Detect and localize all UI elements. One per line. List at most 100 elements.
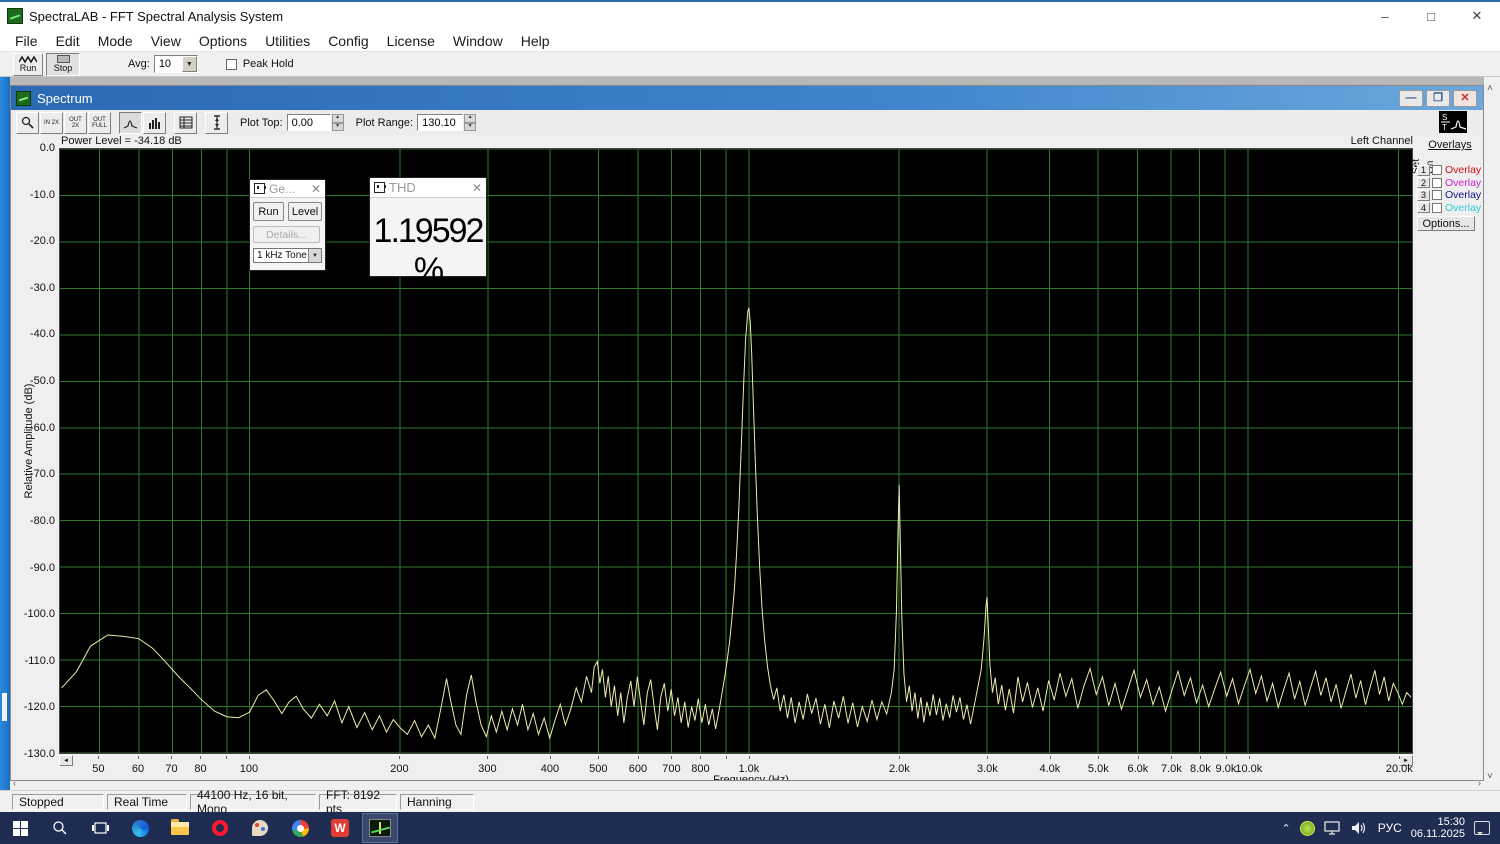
x-tick-mark [1050, 756, 1051, 759]
generator-titlebar[interactable]: Ge... ✕ [250, 180, 325, 198]
taskbar-spectralab-active[interactable] [362, 813, 398, 843]
generator-level-button[interactable]: Level [288, 202, 322, 221]
taskbar-paint3d-icon[interactable] [240, 812, 280, 844]
overlay-set-button-2[interactable]: 2 [1417, 177, 1430, 188]
screen: SpectraLAB - FFT Spectral Analysis Syste… [0, 0, 1500, 844]
taskbar-file-explorer-icon[interactable] [160, 812, 200, 844]
overlay-set-button-3[interactable]: 3 [1417, 190, 1430, 201]
overlay-on-checkbox-1[interactable] [1432, 165, 1442, 175]
zoom-out-2x-button[interactable]: OUT 2X [64, 112, 87, 134]
menu-item-file[interactable]: File [6, 32, 47, 50]
chevron-down-icon[interactable]: ▼ [182, 56, 197, 72]
plot-scroll-left-button[interactable]: ◄ [59, 755, 73, 766]
scroll-up-icon[interactable]: ˄ [1487, 83, 1493, 94]
x-tick-mark [226, 756, 227, 759]
overlay-on-checkbox-4[interactable] [1432, 203, 1442, 213]
thd-titlebar[interactable]: THD ✕ [370, 178, 486, 198]
taskbar-edge-icon[interactable] [120, 812, 160, 844]
overlay-label-1: Overlay 1 [1445, 164, 1483, 176]
close-button[interactable]: ✕ [1454, 2, 1500, 30]
menu-item-utilities[interactable]: Utilities [256, 32, 319, 50]
speaker-icon[interactable] [1351, 821, 1369, 835]
scroll-down-icon[interactable]: ˅ [1487, 771, 1493, 782]
spectrum-title: Spectrum [37, 91, 93, 106]
generator-run-button[interactable]: Run [253, 202, 284, 221]
vertical-ibeam-icon [212, 115, 222, 130]
x-tick-label: 2.0k [877, 763, 921, 775]
scroll-left-icon[interactable]: ‹ [13, 778, 16, 788]
peak-hold-checkbox[interactable] [226, 59, 237, 70]
overlay-set-button-4[interactable]: 4 [1417, 202, 1430, 213]
overlays-heading: Overlays [1417, 139, 1483, 151]
taskbar-search-button[interactable] [40, 812, 80, 844]
taskbar-wps-icon[interactable]: W [320, 812, 360, 844]
spectrum-restore-button[interactable]: ❐ [1426, 90, 1450, 107]
taskbar-opera-icon[interactable] [200, 812, 240, 844]
menu-item-options[interactable]: Options [190, 32, 256, 50]
generator-details-button[interactable]: Details... [253, 226, 320, 243]
menu-item-window[interactable]: Window [444, 32, 512, 50]
scale-adjust-button[interactable] [205, 112, 228, 134]
task-view-button[interactable] [80, 812, 120, 844]
taskbar-chrome-icon[interactable] [280, 812, 320, 844]
avg-value: 10 [159, 58, 171, 70]
maximize-button[interactable]: □ [1408, 2, 1454, 30]
generator-close-icon[interactable]: ✕ [311, 182, 321, 196]
line-plot-mode-button[interactable] [119, 112, 142, 134]
avg-label: Avg: [128, 58, 150, 70]
tray-language[interactable]: РУС [1378, 821, 1402, 835]
plot-top-spinner[interactable]: ▲▼ [332, 114, 344, 131]
tray-chevron-up-icon[interactable]: ⌃ [1282, 822, 1291, 835]
spectrum-minimize-button[interactable]: — [1399, 90, 1423, 107]
thd-close-icon[interactable]: ✕ [472, 181, 482, 195]
overlay-set-button-1[interactable]: 1 [1417, 165, 1430, 176]
x-tick-mark [749, 756, 750, 759]
spectrum-titlebar[interactable]: Spectrum — ❐ ✕ [11, 86, 1483, 110]
status-segment-4: Hanning [400, 794, 474, 810]
menu-item-mode[interactable]: Mode [89, 32, 142, 50]
scrollbar-thumb[interactable] [2, 693, 7, 721]
start-button[interactable] [0, 812, 40, 844]
tray-antivirus-icon[interactable] [1300, 821, 1315, 836]
plot-top-input[interactable]: 0.00 [287, 114, 331, 131]
bars-icon [148, 117, 162, 129]
plot-range-spinner[interactable]: ▲▼ [464, 114, 476, 131]
spectrum-thumbnail-icon: ST [1439, 111, 1467, 133]
menu-item-view[interactable]: View [142, 32, 190, 50]
minimize-button[interactable]: – [1362, 2, 1408, 30]
tray-clock[interactable]: 15:30 06.11.2025 [1411, 816, 1465, 840]
notification-center-icon[interactable] [1474, 821, 1490, 835]
network-display-icon[interactable] [1324, 821, 1342, 835]
generator-tone-value: 1 kHz Tone [257, 250, 307, 261]
overlay-on-checkbox-2[interactable] [1432, 178, 1442, 188]
overlay-on-checkbox-3[interactable] [1432, 190, 1442, 200]
plot-range-input[interactable]: 130.10 [417, 114, 463, 131]
list-icon [179, 116, 193, 129]
zoom-in-2x-button[interactable]: IN 2X [40, 112, 63, 134]
spectrum-window: Spectrum — ❐ ✕ IN 2X OUT 2X OUT FULL [10, 85, 1484, 781]
menu-item-config[interactable]: Config [319, 32, 377, 50]
data-list-button[interactable] [174, 112, 197, 134]
x-tick-mark [1200, 756, 1201, 759]
overlay-label-4: Overlay 4 [1445, 202, 1483, 214]
chevron-down-icon[interactable]: ▼ [308, 249, 321, 262]
desktop-strip [0, 77, 10, 790]
mdi-vertical-scrollbar[interactable]: ˄ ˅ [1484, 77, 1500, 790]
zoom-tool-button[interactable] [16, 112, 39, 134]
x-tick-mark [98, 756, 99, 759]
bar-plot-mode-button[interactable] [143, 112, 166, 134]
overlays-options-button[interactable]: Options... [1417, 216, 1475, 231]
run-button[interactable]: Run [13, 53, 43, 76]
spectrum-close-button[interactable]: ✕ [1453, 90, 1477, 107]
scroll-right-icon[interactable]: › [1478, 778, 1481, 788]
menu-item-license[interactable]: License [378, 32, 444, 50]
x-tick-mark [171, 756, 172, 759]
menu-item-edit[interactable]: Edit [47, 32, 89, 50]
menu-item-help[interactable]: Help [512, 32, 559, 50]
zoom-out-full-button[interactable]: OUT FULL [88, 112, 111, 134]
generator-tone-select[interactable]: 1 kHz Tone ▼ [253, 248, 322, 263]
stop-button[interactable]: Stop [46, 53, 80, 76]
avg-select[interactable]: 10 ▼ [154, 55, 198, 73]
app-icon [7, 8, 23, 24]
thd-window-icon [374, 182, 385, 193]
